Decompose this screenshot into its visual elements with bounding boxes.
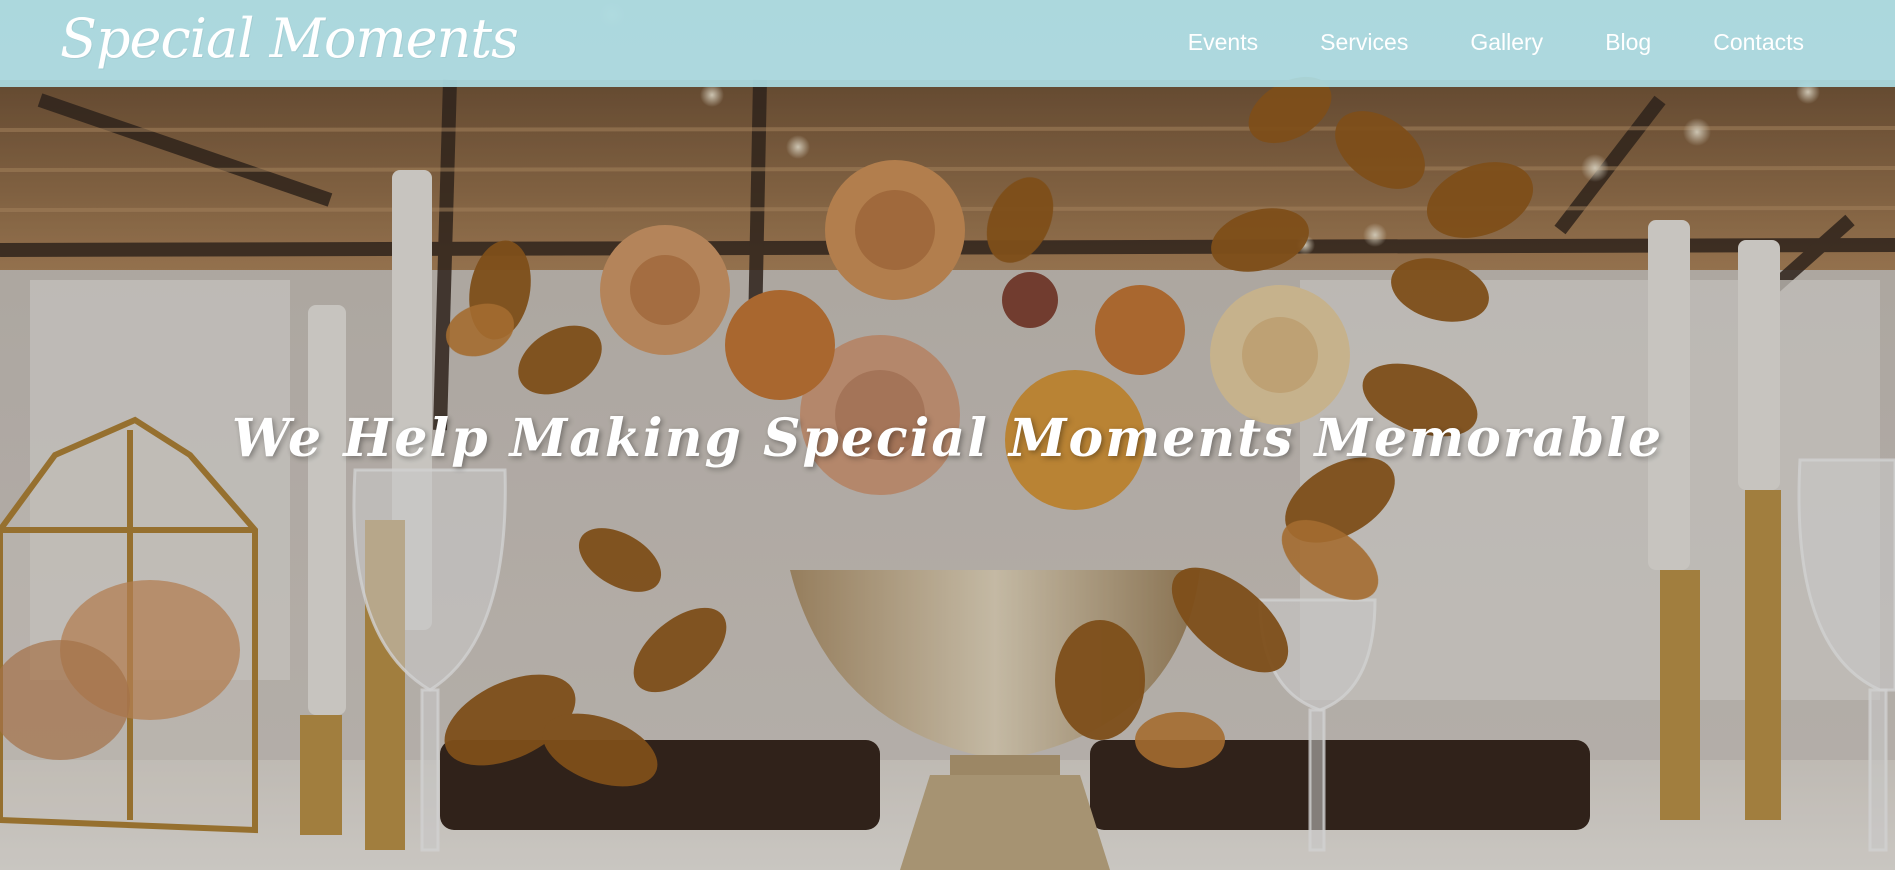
brand-logo[interactable]: Special Moments <box>60 2 519 76</box>
nav-link-gallery[interactable]: Gallery <box>1470 29 1543 56</box>
nav-link-events[interactable]: Events <box>1188 29 1258 56</box>
hero-tagline: We Help Making Special Moments Memorable <box>231 408 1664 469</box>
hero-section: We Help Making Special Moments Memorable <box>0 0 1895 870</box>
nav-link-blog[interactable]: Blog <box>1605 29 1651 56</box>
nav-link-contacts[interactable]: Contacts <box>1713 29 1804 56</box>
nav-menu: Events Services Gallery Blog Contacts <box>1188 0 1804 84</box>
top-navbar: Special Moments Events Services Gallery … <box>0 0 1895 87</box>
nav-link-services[interactable]: Services <box>1320 29 1408 56</box>
